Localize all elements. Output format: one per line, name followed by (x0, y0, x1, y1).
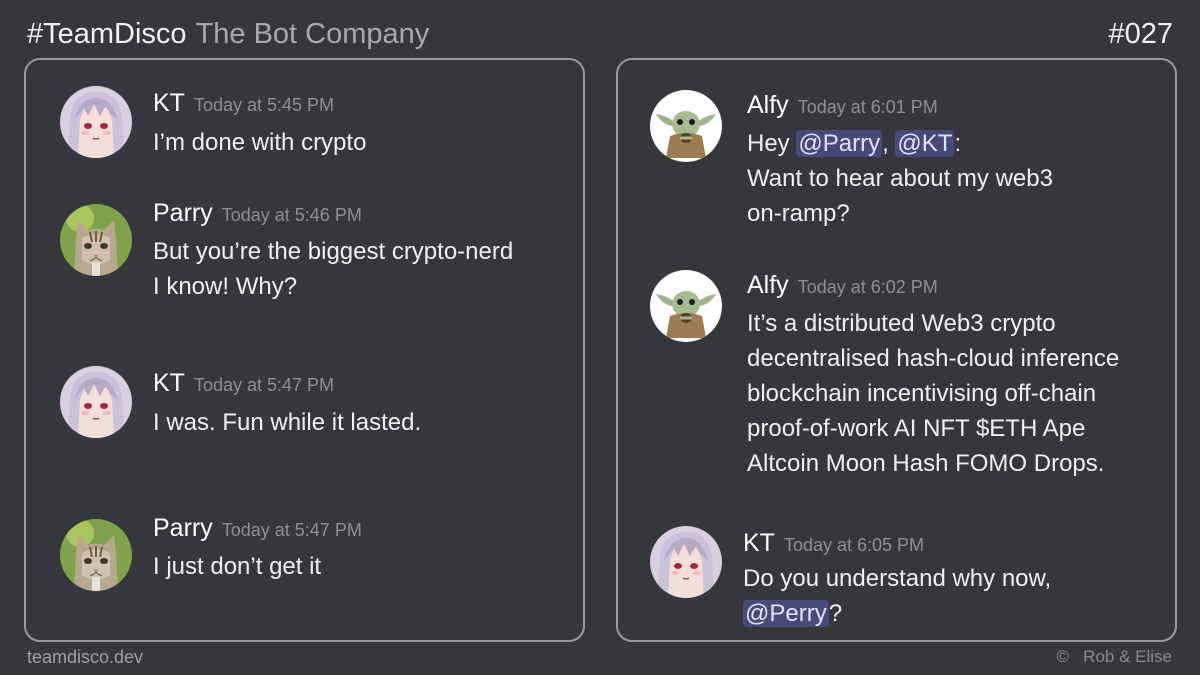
author-name[interactable]: Parry (153, 199, 213, 227)
cat-avatar[interactable] (60, 204, 132, 276)
timestamp: Today at 6:01 PM (797, 97, 938, 117)
timestamp: Today at 6:05 PM (783, 535, 925, 555)
baby-yoda-avatar[interactable] (650, 90, 722, 162)
cat-avatar[interactable] (60, 519, 132, 591)
text-segment: ? (828, 600, 843, 627)
message-text: Do you understand why now, @Perry? (743, 561, 1051, 631)
anime-girl-avatar[interactable] (650, 526, 722, 598)
text-segment: Do you understand why now, (743, 565, 1052, 592)
timestamp: Today at 5:45 PM (193, 95, 335, 115)
text-segment: Hey (747, 130, 797, 157)
company-name: The Bot Company (195, 18, 430, 50)
author-name[interactable]: KT (743, 529, 775, 557)
mention-perry[interactable]: @Perry (743, 600, 829, 627)
message-text: But you’re the biggest crypto-nerd I kno… (153, 238, 514, 300)
mention-kt[interactable]: @KT (895, 130, 955, 157)
message-text: Hey @Parry, @KT: Want to hear about my w… (747, 126, 1053, 231)
timestamp: Today at 6:02 PM (797, 277, 938, 297)
author-name[interactable]: Alfy (747, 91, 789, 119)
message-header: Parry Today at 5:47 PM (153, 512, 362, 548)
message-text: I just don’t get it (153, 553, 322, 580)
anime-girl-avatar[interactable] (60, 366, 132, 438)
timestamp: Today at 5:47 PM (193, 375, 335, 395)
mention-parry[interactable]: @Parry (796, 130, 883, 157)
message-header: KT Today at 6:05 PM (743, 527, 924, 563)
author-name[interactable]: Parry (153, 514, 213, 542)
message-header: KT Today at 5:45 PM (153, 87, 334, 123)
chat-panel-right: Alfy Today at 6:01 PM Hey @Parry, @KT: Wa… (616, 58, 1177, 642)
author-name[interactable]: KT (153, 369, 185, 397)
message-header: Alfy Today at 6:02 PM (747, 269, 938, 305)
message-text: I’m done with crypto (153, 129, 367, 156)
text-segment: , (882, 130, 896, 157)
timestamp: Today at 5:47 PM (221, 520, 362, 540)
baby-yoda-avatar[interactable] (650, 270, 722, 342)
header-title: #TeamDisco The Bot Company (27, 14, 429, 54)
message-text: I was. Fun while it lasted. (153, 409, 422, 436)
message-header: Parry Today at 5:46 PM (153, 197, 362, 233)
author-name[interactable]: KT (153, 89, 185, 117)
channel-hashtag: #TeamDisco (27, 18, 187, 50)
message-header: KT Today at 5:47 PM (153, 367, 334, 403)
timestamp: Today at 5:46 PM (221, 205, 362, 225)
chat-panel-left: KT Today at 5:45 PM I’m done with crypto … (24, 58, 585, 642)
author-name[interactable]: Alfy (747, 271, 789, 299)
site-url[interactable]: teamdisco.dev (27, 647, 143, 668)
copyright-credit: © Rob & Elise (1056, 647, 1172, 666)
message-header: Alfy Today at 6:01 PM (747, 89, 938, 125)
episode-number: #027 (1108, 18, 1173, 50)
message-text: It’s a distributed Web3 crypto decentral… (747, 310, 1120, 477)
anime-girl-avatar[interactable] (60, 86, 132, 158)
